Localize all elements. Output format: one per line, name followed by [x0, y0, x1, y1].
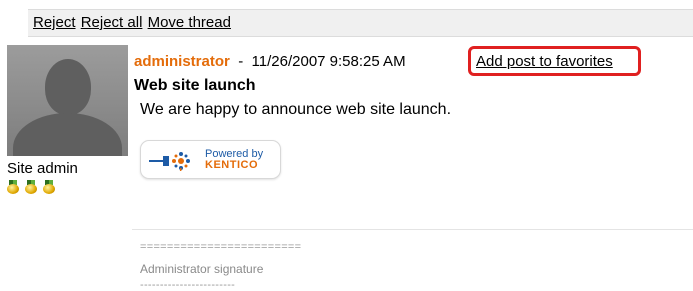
gold-medal-icon [43, 180, 55, 194]
move-thread-link[interactable]: Move thread [148, 14, 231, 31]
post-header: administrator - 11/26/2007 9:58:25 AM [134, 53, 406, 70]
moderation-toolbar: Reject Reject all Move thread [28, 9, 693, 37]
post-text: We are happy to announce web site launch… [140, 101, 452, 118]
badge-brand-text: KENTICO [205, 159, 258, 171]
avatar-body-shape [13, 113, 122, 156]
gold-medal-icon [7, 180, 19, 194]
header-separator: - [238, 53, 244, 70]
post-title: Web site launch [134, 77, 256, 94]
post-author: administrator [134, 53, 230, 70]
powered-by-kentico-badge[interactable]: Powered by KENTICO [140, 140, 281, 179]
reject-all-link[interactable]: Reject all [81, 14, 143, 31]
post-date: 11/26/2007 9:58:25 AM [251, 53, 406, 70]
plug-icon [149, 152, 190, 171]
add-to-favorites-link[interactable]: Add post to favorites [476, 53, 613, 70]
reject-link[interactable]: Reject [33, 14, 76, 31]
post-divider [132, 229, 693, 230]
user-display-name: Site admin [7, 160, 78, 177]
signature-text: Administrator signature [140, 262, 264, 276]
avatar-head-shape [45, 59, 91, 115]
gold-medal-icon [25, 180, 37, 194]
avatar [7, 45, 128, 156]
signature-bottom-line: ------------------------ [140, 279, 236, 291]
user-medals [7, 180, 55, 194]
signature-top-line: ======================== [140, 241, 302, 253]
